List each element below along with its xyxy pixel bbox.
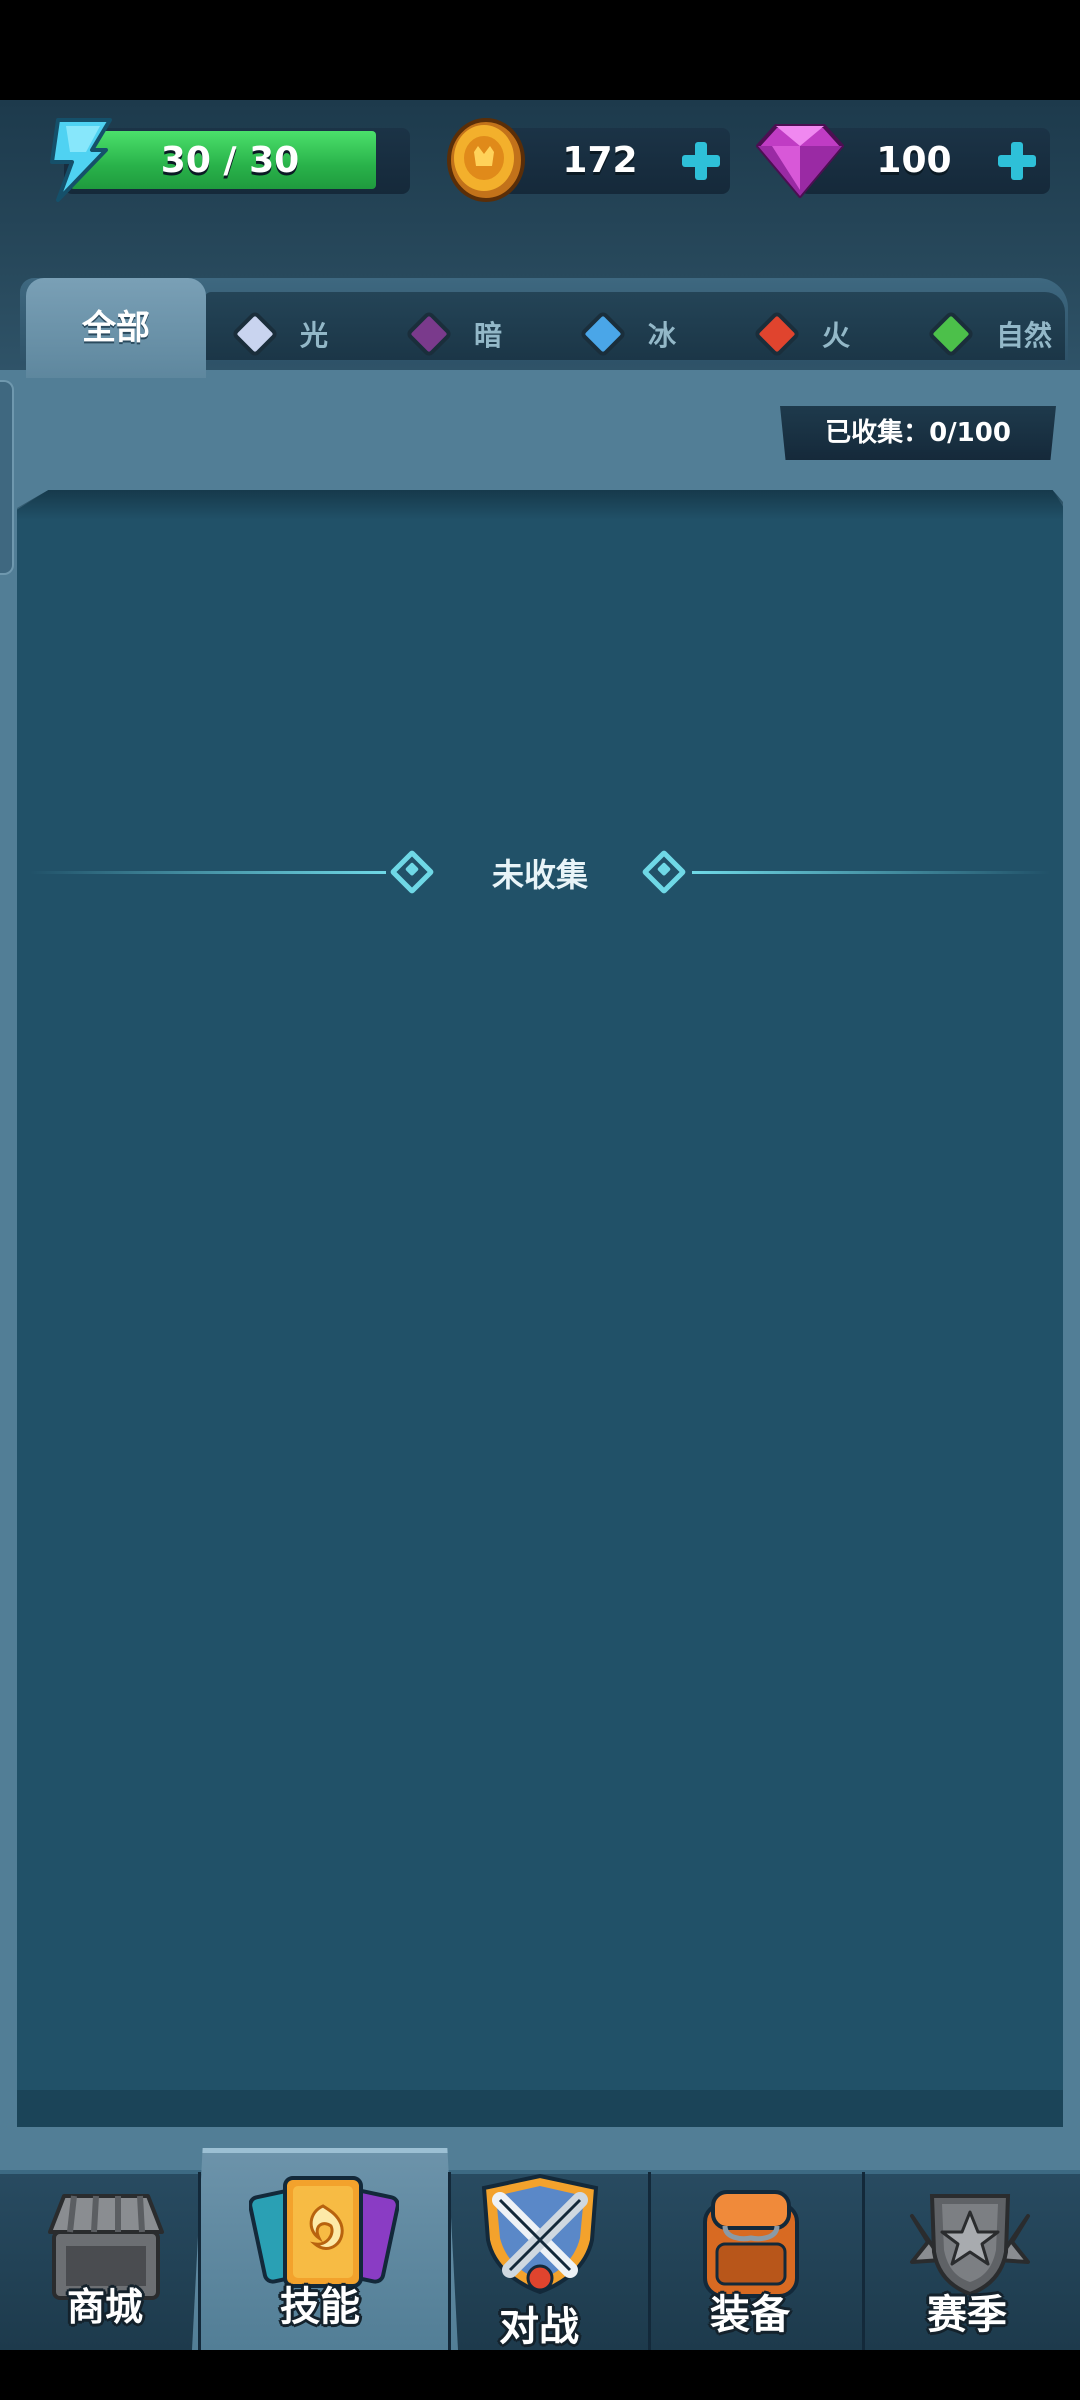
nature-element-icon [926, 309, 976, 359]
tab-fire[interactable]: 火 [752, 306, 851, 362]
uncollected-section-title: 未收集 [491, 856, 588, 894]
add-gems-button[interactable] [994, 138, 1040, 184]
game-screen: 30 / 30 172 100 全部 光 暗 冰 火 自然 已收集：0/100 … [0, 0, 1080, 2400]
ice-element-icon [578, 309, 628, 359]
nav-shop-label: 商城 [66, 2285, 143, 2329]
tab-nature-label: 自然 [996, 319, 1053, 352]
add-coins-button[interactable] [678, 138, 724, 184]
nav-skill-label: 技能 [280, 2284, 360, 2330]
nav-equipment[interactable]: 装备 [645, 2176, 855, 2346]
tab-light[interactable]: 光 [230, 306, 329, 362]
nav-battle-label: 对战 [499, 2304, 579, 2350]
tab-ice[interactable]: 冰 [578, 306, 677, 362]
nav-season[interactable]: 赛季 [862, 2176, 1072, 2346]
light-element-icon [230, 309, 280, 359]
coin-value: 172 [562, 140, 638, 181]
gem-value: 100 [876, 140, 952, 181]
nav-shop[interactable]: 商城 [0, 2176, 210, 2346]
nav-equipment-label: 装备 [710, 2292, 790, 2338]
tab-all-label: 全部 [82, 308, 150, 348]
dark-element-icon [404, 309, 454, 359]
nav-skill[interactable]: 技能 [215, 2176, 425, 2346]
battle-shield-icon [481, 2173, 599, 2295]
tab-ice-label: 冰 [648, 319, 677, 352]
tab-nature[interactable]: 自然 [926, 306, 1053, 362]
fire-element-icon [752, 309, 802, 359]
divider-line-right [692, 871, 1050, 874]
nav-season-label: 赛季 [927, 2292, 1007, 2338]
collected-counter: 已收集：0/100 [780, 406, 1056, 460]
divider-line-left [30, 871, 386, 874]
tab-light-label: 光 [300, 319, 329, 352]
system-gesture-bar [0, 2350, 1080, 2400]
tab-dark[interactable]: 暗 [404, 306, 503, 362]
side-handle[interactable] [0, 380, 14, 575]
gold-coin-icon [447, 118, 525, 202]
content-bottom-edge [17, 2090, 1063, 2127]
skill-list-area[interactable] [17, 490, 1063, 2127]
pink-gem-icon [756, 124, 844, 198]
energy-value: 30 / 30 [160, 140, 300, 181]
tab-fire-label: 火 [822, 319, 851, 352]
lightning-icon [50, 118, 112, 202]
content-top-edge [17, 490, 1063, 520]
nav-battle[interactable]: 对战 [434, 2173, 644, 2350]
tab-dark-label: 暗 [474, 319, 503, 352]
